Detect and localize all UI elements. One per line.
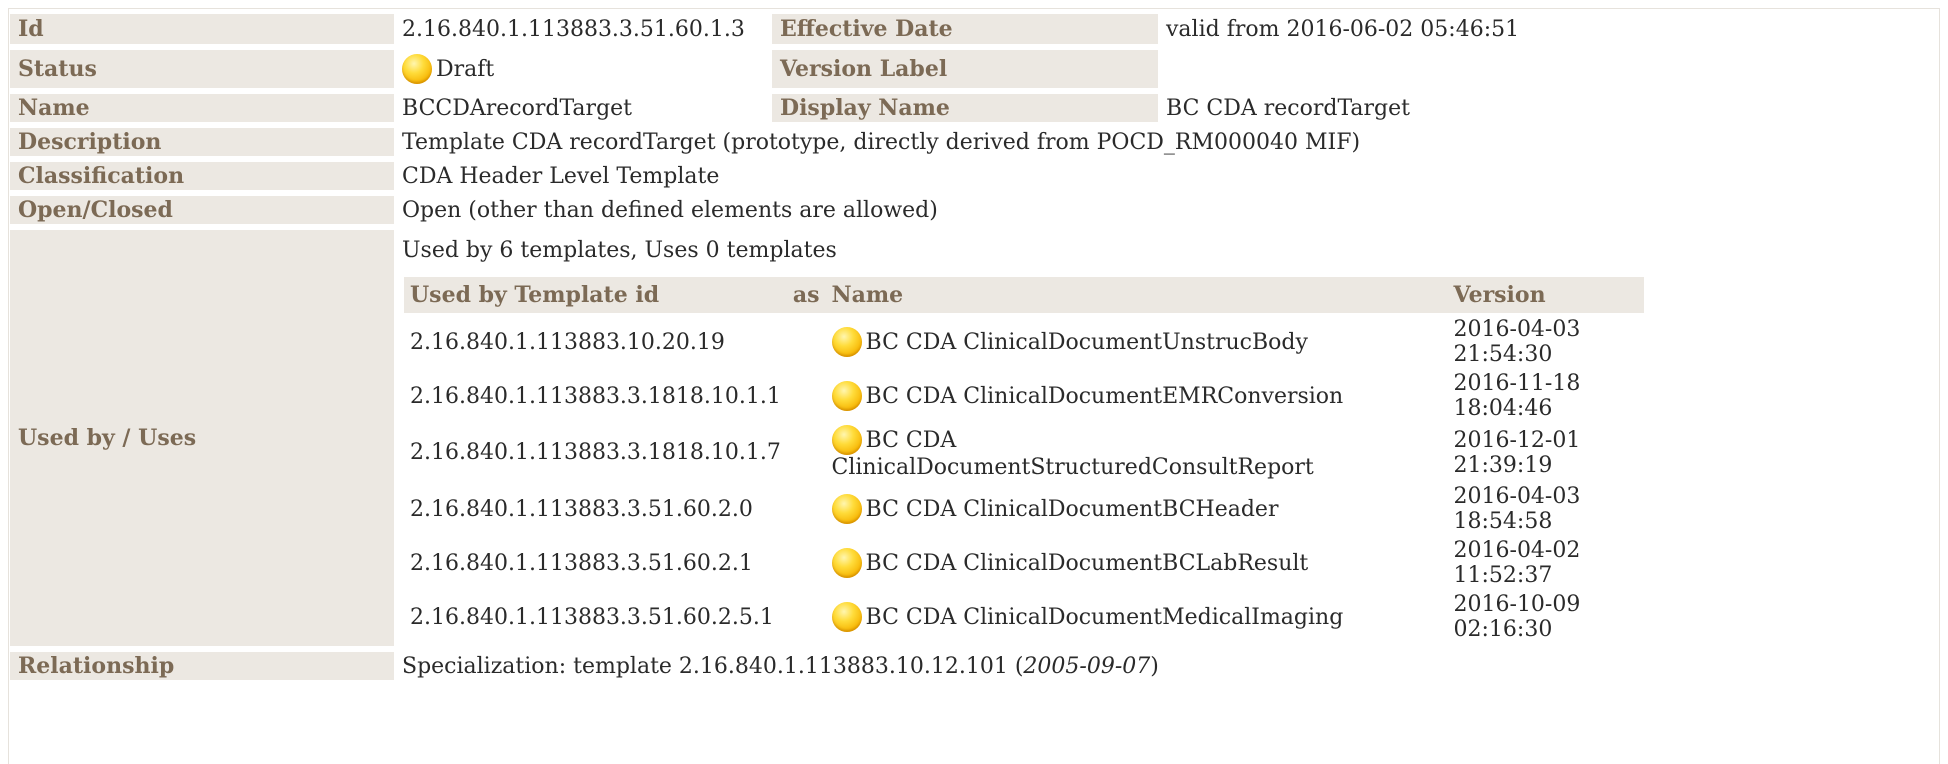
status-draft-icon: [831, 494, 862, 524]
name-value: BCCDArecordTarget: [402, 95, 633, 121]
status-label: Status: [10, 50, 394, 88]
status-draft-icon: [831, 381, 862, 411]
template-id: 2.16.840.1.113883.3.1818.10.1.1: [410, 383, 781, 409]
header-template-id: Used by Template id: [404, 277, 787, 313]
template-name-text: BC CDA ClinicalDocumentStructuredConsult…: [831, 428, 1314, 480]
status-draft-icon: [831, 602, 862, 632]
name-label: Name: [10, 94, 394, 122]
version-label-value: [1158, 50, 1942, 88]
status-draft-icon: [831, 327, 862, 357]
template-name-text: BC CDA ClinicalDocumentMedicalImaging: [865, 605, 1344, 630]
classification-label: Classification: [10, 162, 394, 190]
template-version: 2016-04-02 11:52:37: [1453, 538, 1581, 588]
version-label-label: Version Label: [772, 50, 1158, 88]
as-cell: [787, 371, 826, 421]
classification-value: CDA Header Level Template: [402, 163, 720, 189]
used-by-summary: Used by 6 templates, Uses 0 templates: [402, 238, 837, 263]
status-draft-icon: [831, 425, 862, 455]
description-label: Description: [10, 128, 394, 156]
description-value: Template CDA recordTarget (prototype, di…: [402, 129, 1361, 155]
template-id: 2.16.840.1.113883.3.51.60.2.5.1: [410, 604, 774, 630]
template-version: 2016-11-18 18:04:46: [1453, 371, 1581, 421]
template-id: 2.16.840.1.113883.3.51.60.2.0: [410, 496, 753, 522]
table-row[interactable]: 2.16.840.1.113883.10.20.19 BC CDA Clinic…: [404, 317, 1644, 367]
template-name: BC CDA ClinicalDocumentUnstrucBody: [826, 317, 1448, 367]
template-name: BC CDA ClinicalDocumentBCHeader: [826, 484, 1448, 534]
status-value: Draft: [394, 50, 772, 88]
template-name: BC CDA ClinicalDocumentBCLabResult: [826, 538, 1448, 588]
as-cell: [787, 538, 826, 588]
template-version: 2016-12-01 21:39:19: [1453, 427, 1581, 478]
status-text: Draft: [436, 57, 495, 82]
as-cell: [787, 317, 826, 367]
header-version: Version: [1447, 277, 1644, 313]
template-name-text: BC CDA ClinicalDocumentEMRConversion: [865, 384, 1344, 409]
template-name-text: BC CDA ClinicalDocumentBCLabResult: [865, 551, 1309, 576]
template-name: BC CDA ClinicalDocumentMedicalImaging: [826, 592, 1448, 642]
relationship-prefix: Specialization: template 2.16.840.1.1138…: [402, 653, 1024, 679]
relationship-date: 2005-09-07: [1023, 653, 1151, 679]
template-id: 2.16.840.1.113883.3.51.60.2.1: [410, 550, 753, 576]
as-cell: [787, 592, 826, 642]
status-draft-icon: [402, 54, 432, 84]
relationship-label: Relationship: [10, 652, 394, 680]
id-label: Id: [10, 14, 394, 44]
status-draft-icon: [831, 548, 862, 578]
template-version: 2016-04-03 18:54:58: [1453, 484, 1581, 534]
template-id: 2.16.840.1.113883.10.20.19: [410, 329, 725, 355]
as-cell: [787, 425, 826, 480]
id-value: 2.16.840.1.113883.3.51.60.1.3: [402, 16, 745, 42]
header-name: Name: [825, 277, 1448, 313]
template-name: BC CDA ClinicalDocumentEMRConversion: [826, 371, 1448, 421]
effective-date-value: valid from 2016-06-02 05:46:51: [1166, 16, 1520, 42]
template-version: 2016-10-09 02:16:30: [1453, 592, 1581, 642]
display-name-value: BC CDA recordTarget: [1166, 95, 1410, 121]
table-row[interactable]: 2.16.840.1.113883.3.1818.10.1.1 BC CDA C…: [404, 371, 1644, 421]
relationship-suffix: ): [1150, 653, 1159, 679]
effective-date-label: Effective Date: [772, 14, 1158, 44]
relationship-value: Specialization: template 2.16.840.1.1138…: [394, 652, 1942, 680]
template-name-text: BC CDA ClinicalDocumentUnstrucBody: [865, 330, 1308, 355]
table-row[interactable]: 2.16.840.1.113883.3.51.60.2.1 BC CDA Cli…: [404, 538, 1644, 588]
template-version: 2016-04-03 21:54:30: [1453, 317, 1581, 367]
open-closed-label: Open/Closed: [10, 196, 394, 224]
table-row[interactable]: 2.16.840.1.113883.3.51.60.2.0 BC CDA Cli…: [404, 484, 1644, 534]
as-cell: [787, 484, 826, 534]
table-row[interactable]: 2.16.840.1.113883.3.1818.10.1.7 BC CDA C…: [404, 425, 1644, 480]
template-name: BC CDA ClinicalDocumentStructuredConsult…: [826, 425, 1448, 480]
open-closed-value: Open (other than defined elements are al…: [402, 197, 938, 223]
used-by-label: Used by / Uses: [10, 230, 394, 646]
template-properties-table: Id 2.16.840.1.113883.3.51.60.1.3 Effecti…: [10, 8, 1942, 686]
header-as: as: [786, 277, 826, 313]
template-id: 2.16.840.1.113883.3.1818.10.1.7: [410, 440, 781, 465]
table-row[interactable]: 2.16.840.1.113883.3.51.60.2.5.1 BC CDA C…: [404, 592, 1644, 642]
used-by-panel: Used by 6 templates, Uses 0 templates Us…: [394, 230, 1942, 646]
display-name-label: Display Name: [772, 94, 1158, 122]
template-name-text: BC CDA ClinicalDocumentBCHeader: [865, 497, 1279, 522]
used-by-table: Used by Template id as Name Version 2.16…: [404, 273, 1644, 646]
